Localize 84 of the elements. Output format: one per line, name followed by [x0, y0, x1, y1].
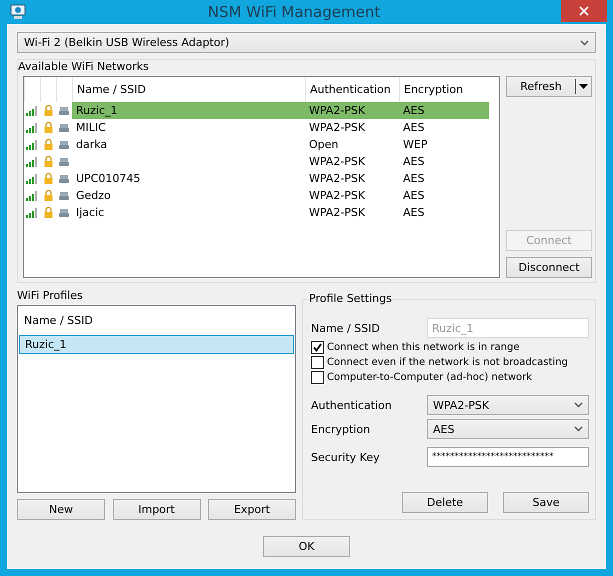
ssid-cell-text: darka — [75, 137, 108, 153]
profile-button[interactable]: Import — [112, 499, 200, 520]
checkbox[interactable] — [311, 356, 324, 369]
encryption-cell-text: AES — [402, 205, 426, 221]
authentication-cell-text: WPA2-PSK — [308, 120, 366, 136]
profile-button[interactable]: Save — [503, 492, 589, 513]
lock-icon — [44, 139, 52, 150]
field-label: Name / SSID — [311, 322, 381, 334]
checkbox[interactable] — [311, 371, 324, 384]
checkbox-label: Computer-to-Computer (ad-hoc) network — [327, 372, 532, 383]
column-header: Name / SSID — [23, 313, 94, 329]
signal-icon — [26, 208, 38, 218]
checkbox-label: Connect even if the network is not broadcasting — [327, 357, 568, 368]
profile-button[interactable]: Delete — [402, 492, 488, 513]
signal-icon — [26, 140, 38, 150]
signal-icon — [26, 190, 38, 200]
network-row[interactable]: MILIC WPA2-PSK AES — [24, 119, 499, 136]
encryption-dropdown[interactable]: AES — [427, 419, 589, 439]
monitor-icon — [9, 3, 27, 21]
network-row[interactable]: Ijacic WPA2-PSK AES — [24, 204, 499, 221]
chevron-down-icon — [574, 402, 583, 408]
authentication-dropdown[interactable]: WPA2-PSK — [427, 395, 589, 415]
network-row[interactable]: Ruzic_1 WPA2-PSK AES — [24, 102, 499, 119]
ssid-cell-text: UPC010745 — [75, 171, 142, 187]
group-title: Available WiFi Networks — [18, 60, 149, 73]
checkbox-label: Connect when this network is in range — [327, 342, 520, 353]
authentication-cell-text: WPA2-PSK — [308, 154, 366, 170]
computer-icon — [59, 106, 69, 114]
caret-icon — [579, 84, 588, 89]
encryption-cell-text: AES — [402, 154, 426, 170]
signal-icon — [26, 174, 38, 184]
signal-icon — [26, 122, 38, 132]
authentication-cell-text: Open — [308, 137, 340, 153]
profile-button[interactable]: Export — [208, 499, 296, 520]
encryption-cell-text: AES — [402, 171, 426, 187]
computer-icon — [59, 140, 69, 148]
checkbox[interactable] — [311, 341, 324, 354]
authentication-cell-text: WPA2-PSK — [308, 188, 366, 204]
authentication-cell-text: WPA2-PSK — [308, 205, 366, 221]
authentication-cell: WPA2-PSK — [305, 102, 399, 119]
refresh-button[interactable]: Refresh — [506, 76, 592, 97]
lock-icon — [44, 190, 52, 201]
lock-icon — [44, 105, 52, 116]
encryption-cell-text: WEP — [402, 137, 428, 153]
check-icon — [313, 343, 322, 352]
ssid-cell: Ruzic_1 — [72, 102, 305, 119]
lock-icon — [44, 207, 52, 218]
computer-icon — [59, 124, 69, 132]
field-label: Authentication — [311, 398, 393, 412]
computer-icon — [59, 174, 69, 182]
ssid-cell-text: Ijacic — [75, 205, 106, 221]
close-button[interactable] — [561, 0, 607, 22]
field-label: Security Key — [311, 450, 381, 464]
encryption-cell-text: AES — [402, 120, 426, 136]
network-row[interactable]: darka Open WEP — [24, 136, 499, 153]
lock-icon — [44, 173, 52, 184]
group-title: WiFi Profiles — [17, 289, 83, 302]
signal-icon — [26, 156, 38, 166]
network-row[interactable]: WPA2-PSK AES — [24, 153, 499, 170]
ok-button[interactable]: OK — [263, 536, 350, 557]
computer-icon — [59, 158, 69, 166]
profile-button[interactable]: New — [17, 499, 105, 520]
signal-icon — [26, 106, 38, 116]
window-title: NSM WiFi Management — [206, 3, 382, 21]
encryption-cell: AES — [399, 102, 489, 119]
close-icon — [579, 6, 589, 16]
lock-icon — [44, 156, 52, 167]
lock-icon — [44, 122, 52, 133]
security-key-field[interactable]: *************************** — [427, 447, 589, 467]
profile-item[interactable]: Ruzic_1 — [19, 335, 294, 354]
chevron-down-icon — [580, 40, 589, 46]
chevron-down-icon — [574, 426, 583, 432]
group-title: Profile Settings — [309, 292, 392, 305]
computer-icon — [59, 208, 69, 216]
field-label: Encryption — [311, 422, 372, 436]
ssid-cell-text: Gedzo — [75, 188, 112, 204]
adapter-dropdown[interactable]: Wi-Fi 2 (Belkin USB Wireless Adaptor) — [17, 32, 596, 53]
encryption-cell-text: AES — [402, 188, 426, 204]
computer-icon — [59, 192, 69, 200]
action-button[interactable]: Disconnect — [506, 257, 592, 278]
authentication-cell-text: WPA2-PSK — [308, 171, 366, 187]
network-row[interactable]: UPC010745 WPA2-PSK AES — [24, 170, 499, 187]
network-row[interactable]: Gedzo WPA2-PSK AES — [24, 187, 499, 204]
ssid-cell-text: MILIC — [75, 120, 107, 136]
